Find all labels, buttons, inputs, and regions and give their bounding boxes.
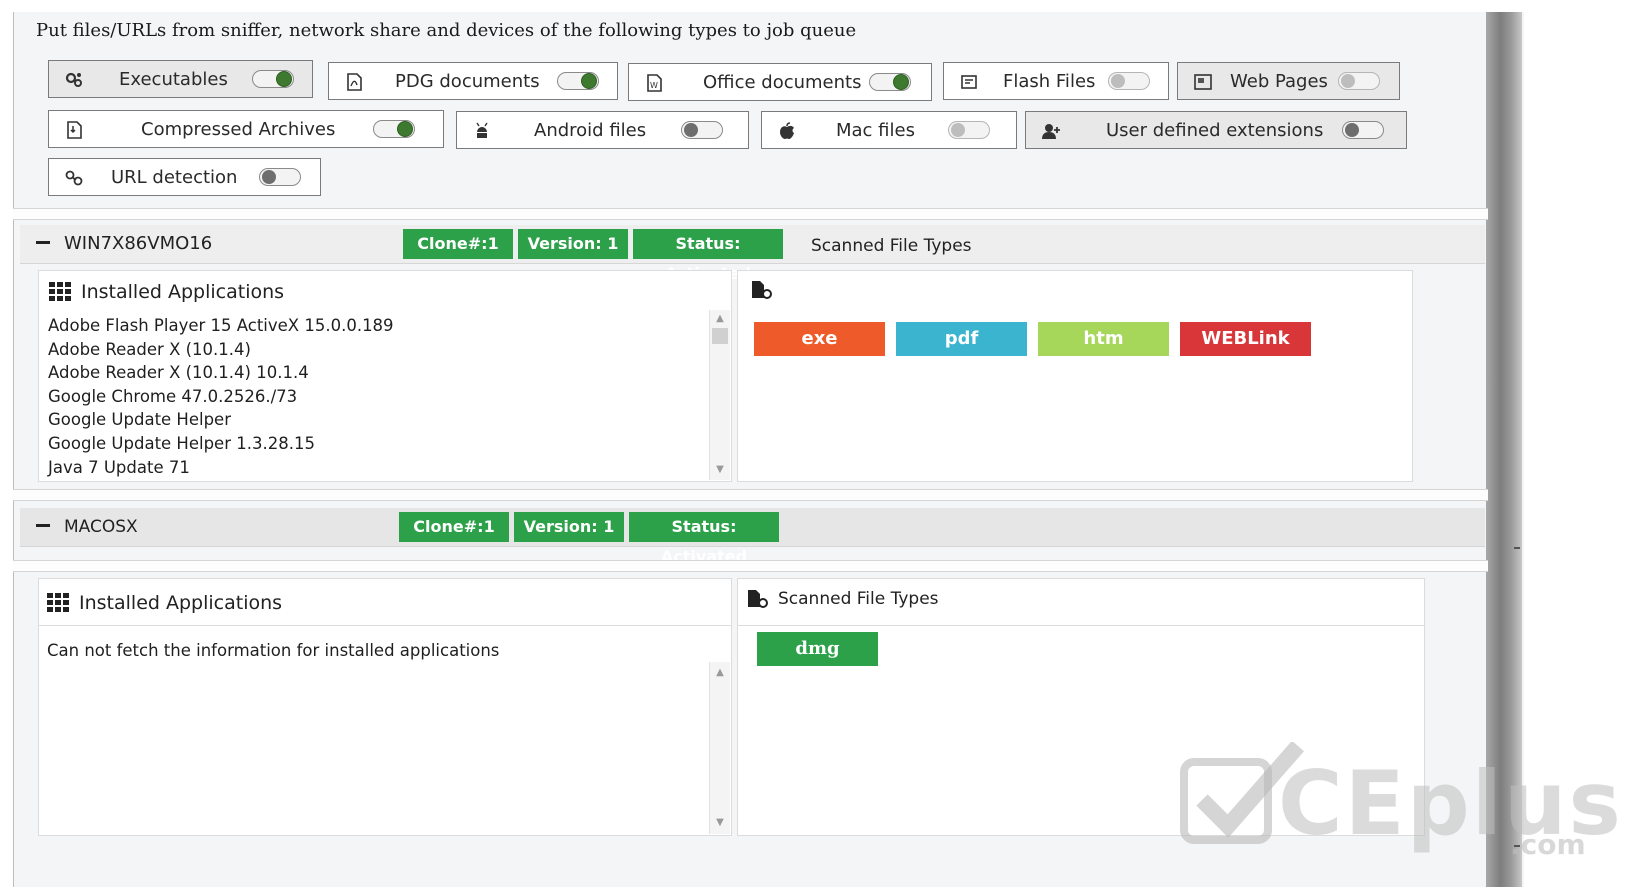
divider: [13, 560, 1488, 572]
android-icon: [471, 120, 493, 142]
executables-toggle[interactable]: [252, 70, 294, 88]
host-name: WIN7X86VMO16: [64, 233, 213, 254]
installed-applications-title: Installed Applications: [79, 592, 283, 614]
flash-file-icon: [958, 71, 980, 93]
user-defined-extensions-toggle[interactable]: [1342, 121, 1384, 139]
scroll-down-icon[interactable]: ▼: [714, 464, 726, 476]
svg-text:W: W: [650, 81, 658, 90]
option-mac-files[interactable]: Mac files: [761, 111, 1017, 149]
option-label: Mac files: [836, 120, 915, 141]
compressed-archives-toggle[interactable]: [373, 120, 415, 138]
archive-icon: [63, 119, 85, 141]
host-bar-macosx[interactable]: MACOSX Clone#:1 Version: 1 Status: Activ…: [20, 508, 1485, 566]
list-item: Java 7 Update 71: [48, 457, 190, 477]
mac-files-toggle[interactable]: [948, 121, 990, 139]
option-label: Android files: [534, 120, 647, 141]
file-type-tag-dmg: dmg: [757, 632, 878, 666]
gears-icon: [63, 69, 85, 91]
version-badge: Version: 1: [518, 229, 628, 259]
option-label: PDG documents: [395, 71, 540, 92]
option-compressed-archives[interactable]: Compressed Archives: [48, 110, 444, 148]
option-label: URL detection: [111, 167, 238, 188]
file-settings-icon: [752, 281, 772, 299]
file-type-tag-pdf: pdf: [896, 322, 1027, 356]
clone-badge: Clone#:1: [399, 512, 509, 542]
web-pages-toggle[interactable]: [1338, 72, 1380, 90]
collapse-icon[interactable]: [36, 524, 50, 527]
android-files-toggle[interactable]: [681, 121, 723, 139]
option-label: Executables: [119, 69, 228, 90]
option-label: Flash Files: [1003, 71, 1096, 92]
list-item: Google Update Helper 1.3.28.15: [48, 433, 315, 453]
collapse-icon[interactable]: [36, 241, 50, 244]
scanned-file-types-title: Scanned File Types: [811, 236, 972, 256]
divider: [13, 489, 1488, 501]
option-flash-files[interactable]: Flash Files: [943, 62, 1169, 100]
apple-icon: [776, 120, 798, 142]
add-user-icon: [1040, 120, 1062, 142]
flash-files-toggle[interactable]: [1108, 72, 1150, 90]
pdf-document-icon: [343, 71, 365, 93]
list-item: Adobe Flash Player 15 ActiveX 15.0.0.189: [48, 316, 394, 335]
scroll-marker: [1514, 547, 1520, 549]
url-detection-toggle[interactable]: [259, 168, 301, 186]
option-android-files[interactable]: Android files: [456, 111, 749, 149]
link-icon: [63, 167, 85, 189]
application-list: Adobe Flash Player 15 ActiveX 15.0.0.189…: [48, 314, 394, 479]
option-label: User defined extensions: [1106, 120, 1324, 141]
divider: [737, 625, 1425, 626]
word-document-icon: W: [643, 72, 665, 94]
option-executables[interactable]: Executables: [48, 60, 313, 98]
option-web-pages[interactable]: Web Pages: [1177, 62, 1400, 100]
list-item: Google Chrome 47.0.2526./73: [48, 386, 298, 406]
option-label: Compressed Archives: [141, 119, 336, 140]
grid-icon: [49, 282, 71, 301]
scroll-down-icon[interactable]: ▼: [714, 817, 726, 829]
scanned-file-types-panel: [737, 270, 1413, 482]
applications-scrollbar[interactable]: ▲ ▼: [709, 310, 730, 480]
office-documents-toggle[interactable]: [869, 73, 911, 91]
installed-applications-title: Installed Applications: [81, 281, 285, 303]
host-bar-win7[interactable]: WIN7X86VMO16 Clone#:1 Version: 1 Status:…: [20, 225, 1485, 283]
scroll-up-icon[interactable]: ▲: [714, 667, 726, 679]
list-item: Google Update Helper: [48, 410, 231, 430]
list-item: Adobe Reader X (10.1.4) 10.1.4: [48, 363, 309, 383]
list-item: Adobe Reader X (10.1.4): [48, 339, 251, 359]
pdg-documents-toggle[interactable]: [557, 72, 599, 90]
status-badge: Status: Activated: [629, 512, 779, 566]
file-settings-icon: [748, 590, 768, 608]
file-type-tag-weblink: WEBLink: [1180, 322, 1311, 356]
installed-applications-panel: [38, 578, 732, 836]
option-url-detection[interactable]: URL detection: [48, 158, 321, 196]
divider: [13, 208, 1488, 220]
watermark-suffix: .com: [1510, 828, 1586, 861]
option-label: Web Pages: [1230, 71, 1328, 92]
version-badge: Version: 1: [514, 512, 624, 542]
host-name: MACOSX: [64, 517, 138, 537]
option-pdg-documents[interactable]: PDG documents: [328, 62, 618, 100]
file-type-tag-exe: exe: [754, 322, 885, 356]
web-page-icon: [1192, 71, 1214, 93]
option-user-defined-extensions[interactable]: User defined extensions: [1025, 111, 1407, 149]
job-queue-header: Put files/URLs from sniffer, network sha…: [36, 20, 857, 41]
option-office-documents[interactable]: W Office documents: [628, 63, 932, 101]
option-label: Office documents: [703, 72, 862, 93]
scroll-up-icon[interactable]: ▲: [714, 313, 726, 325]
applications-scrollbar[interactable]: ▲ ▼: [709, 662, 730, 834]
file-type-tag-htm: htm: [1038, 322, 1169, 356]
divider: [38, 625, 732, 626]
clone-badge: Clone#:1: [403, 229, 513, 259]
no-applications-message: Can not fetch the information for instal…: [47, 641, 500, 660]
scanned-file-types-title: Scanned File Types: [778, 589, 939, 609]
status-badge: Status: Activated: [633, 229, 783, 283]
grid-icon: [47, 593, 69, 612]
scroll-thumb[interactable]: [712, 328, 728, 344]
